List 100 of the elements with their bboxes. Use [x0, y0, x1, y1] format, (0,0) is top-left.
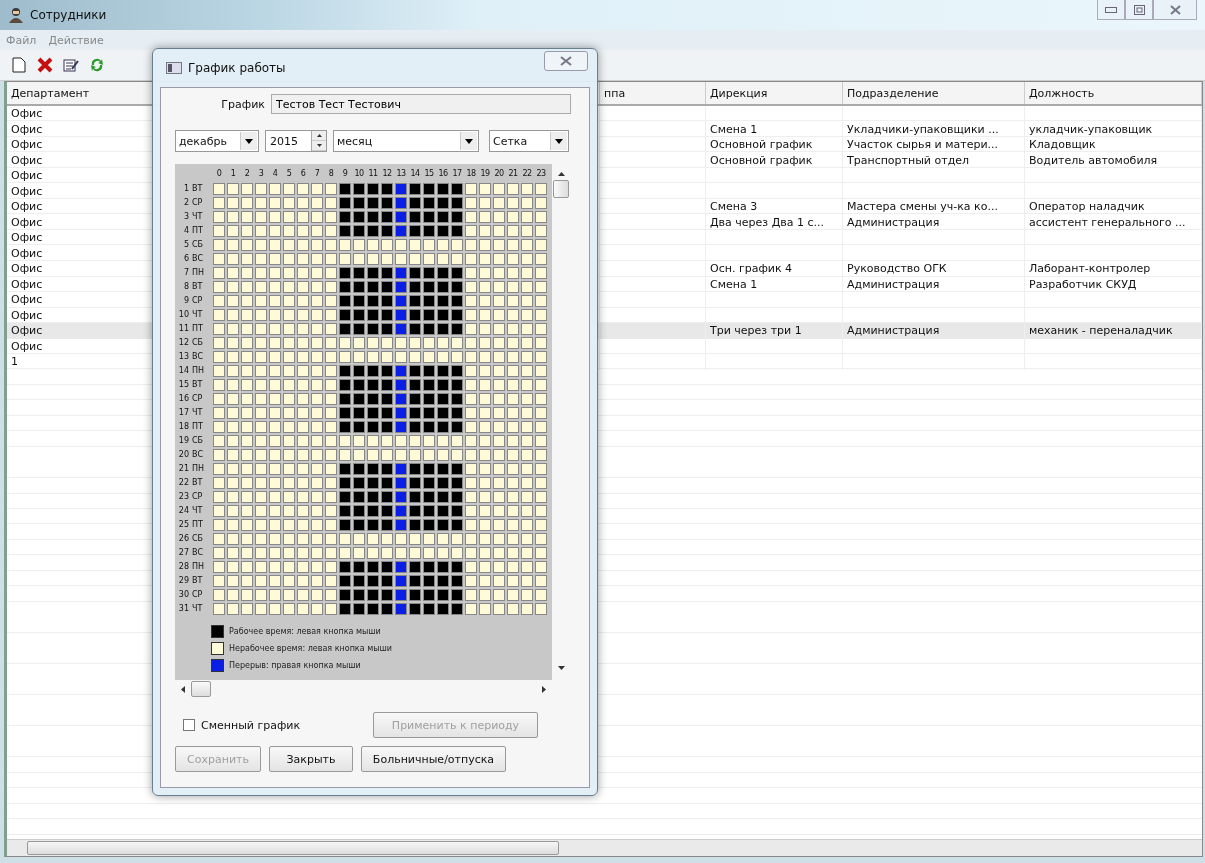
year-spinner[interactable]: 2015	[265, 130, 327, 152]
legend-label: Нерабочее время: левая кнопка мыши	[229, 644, 392, 653]
document-icon	[12, 57, 26, 73]
column-header[interactable]: Должность	[1025, 82, 1202, 104]
weekday-label: ЧТ	[192, 408, 203, 418]
refresh-icon	[89, 57, 105, 73]
view-dropdown[interactable]: Сетка	[489, 130, 569, 152]
table-cell: Кладовщик	[1025, 137, 1202, 153]
scroll-right-icon	[542, 685, 546, 693]
weekday-label: ПТ	[192, 324, 203, 334]
day-number: 15	[177, 380, 189, 390]
hour-label: 21	[507, 168, 519, 178]
hour-label: 14	[409, 168, 421, 178]
table-cell: Укладчики-упаковщики ...	[843, 121, 1025, 137]
table-cell: Транспортный отдел	[843, 152, 1025, 168]
weekday-label: ВТ	[192, 282, 203, 292]
hour-label: 10	[353, 168, 365, 178]
hour-label: 2	[243, 168, 251, 178]
day-number: 3	[182, 212, 189, 222]
column-header[interactable]: Дирекция	[706, 82, 843, 104]
day-number: 14	[177, 366, 189, 376]
table-cell: Руководство ОГК	[843, 261, 1025, 277]
day-number: 20	[177, 450, 189, 460]
name-field[interactable]: Тестов Тест Тестович	[271, 94, 571, 114]
day-number: 8	[182, 282, 189, 292]
legend-label: Перерыв: правая кнопка мыши	[229, 661, 361, 670]
table-cell: ассистент генерального ...	[1025, 214, 1202, 230]
weekday-label: ПН	[192, 562, 205, 572]
scroll-thumb[interactable]	[191, 681, 211, 697]
hour-label: 0	[215, 168, 223, 178]
weekday-label: СБ	[192, 338, 204, 348]
hour-label: 5	[285, 168, 293, 178]
weekday-label: ЧТ	[192, 212, 203, 222]
weekday-label: ПН	[192, 464, 205, 474]
dialog-button[interactable]: Закрыть	[269, 746, 353, 772]
weekday-label: ПН	[192, 268, 205, 278]
hour-label: 22	[521, 168, 533, 178]
scroll-down-icon	[557, 666, 565, 670]
weekday-label: СБ	[192, 534, 204, 544]
horizontal-scrollbar[interactable]	[7, 839, 1202, 856]
hour-label: 7	[313, 168, 321, 178]
spin-up-icon	[312, 131, 326, 141]
table-cell: укладчик-упаковщик	[1025, 121, 1202, 137]
maximize-icon	[1133, 4, 1145, 15]
scroll-thumb[interactable]	[553, 180, 569, 198]
day-number: 1	[182, 184, 189, 194]
scroll-left-icon	[181, 685, 185, 693]
close-icon	[1169, 4, 1181, 15]
day-number: 10	[177, 310, 189, 320]
person-icon	[8, 7, 24, 23]
day-number: 30	[177, 590, 189, 600]
column-header[interactable]: Подразделение	[843, 82, 1025, 104]
day-number: 21	[177, 464, 189, 474]
hour-label: 20	[493, 168, 505, 178]
hour-label: 18	[465, 168, 477, 178]
table-cell: Водитель автомобиля	[1025, 152, 1202, 168]
hour-label: 9	[341, 168, 349, 178]
minimize-button[interactable]	[1097, 0, 1125, 20]
hour-label: 12	[381, 168, 393, 178]
day-number: 24	[177, 506, 189, 516]
table-cell: Оператор наладчик	[1025, 199, 1202, 215]
hour-label: 16	[437, 168, 449, 178]
table-cell: Смена 1	[706, 121, 843, 137]
table-cell: Основной график	[706, 137, 843, 153]
weekday-label: СР	[192, 296, 203, 306]
hour-label: 8	[327, 168, 335, 178]
legend-label: Рабочее время: левая кнопка мыши	[229, 627, 381, 636]
table-cell: Администрация	[843, 323, 1025, 339]
dialog-button[interactable]: Больничные/отпуска	[361, 746, 506, 772]
close-button[interactable]	[1153, 0, 1197, 20]
minimize-icon	[1105, 6, 1117, 13]
hour-label: 1	[229, 168, 237, 178]
table-cell: Основной график	[706, 152, 843, 168]
checkbox[interactable]	[183, 719, 195, 731]
day-number: 6	[182, 254, 189, 264]
table-cell: Администрация	[843, 214, 1025, 230]
day-number: 11	[177, 324, 189, 334]
table-cell: Участок сырья и матери...	[843, 137, 1025, 153]
dialog-title: График работы	[188, 61, 286, 75]
hour-label: 11	[367, 168, 379, 178]
day-number: 4	[182, 226, 189, 236]
close-button[interactable]	[544, 51, 588, 71]
month-dropdown[interactable]: декабрь	[175, 130, 259, 152]
day-number: 7	[182, 268, 189, 278]
close-icon	[560, 56, 572, 66]
weekday-label: ВТ	[192, 380, 203, 390]
table-cell: Администрация	[843, 276, 1025, 292]
table-cell: Смена 1	[706, 276, 843, 292]
column-header[interactable]: ппа	[600, 82, 706, 104]
weekday-label: ПН	[192, 366, 205, 376]
period-dropdown[interactable]: месяц	[333, 130, 479, 152]
day-number: 26	[177, 534, 189, 544]
table-cell: Два через Два 1 с...	[706, 214, 843, 230]
day-number: 31	[177, 604, 189, 614]
scroll-thumb[interactable]	[27, 841, 559, 855]
weekday-label: ВТ	[192, 576, 203, 586]
weekday-label: СР	[192, 198, 203, 208]
maximize-button[interactable]	[1125, 0, 1153, 20]
day-number: 17	[177, 408, 189, 418]
weekday-label: ЧТ	[192, 506, 203, 516]
